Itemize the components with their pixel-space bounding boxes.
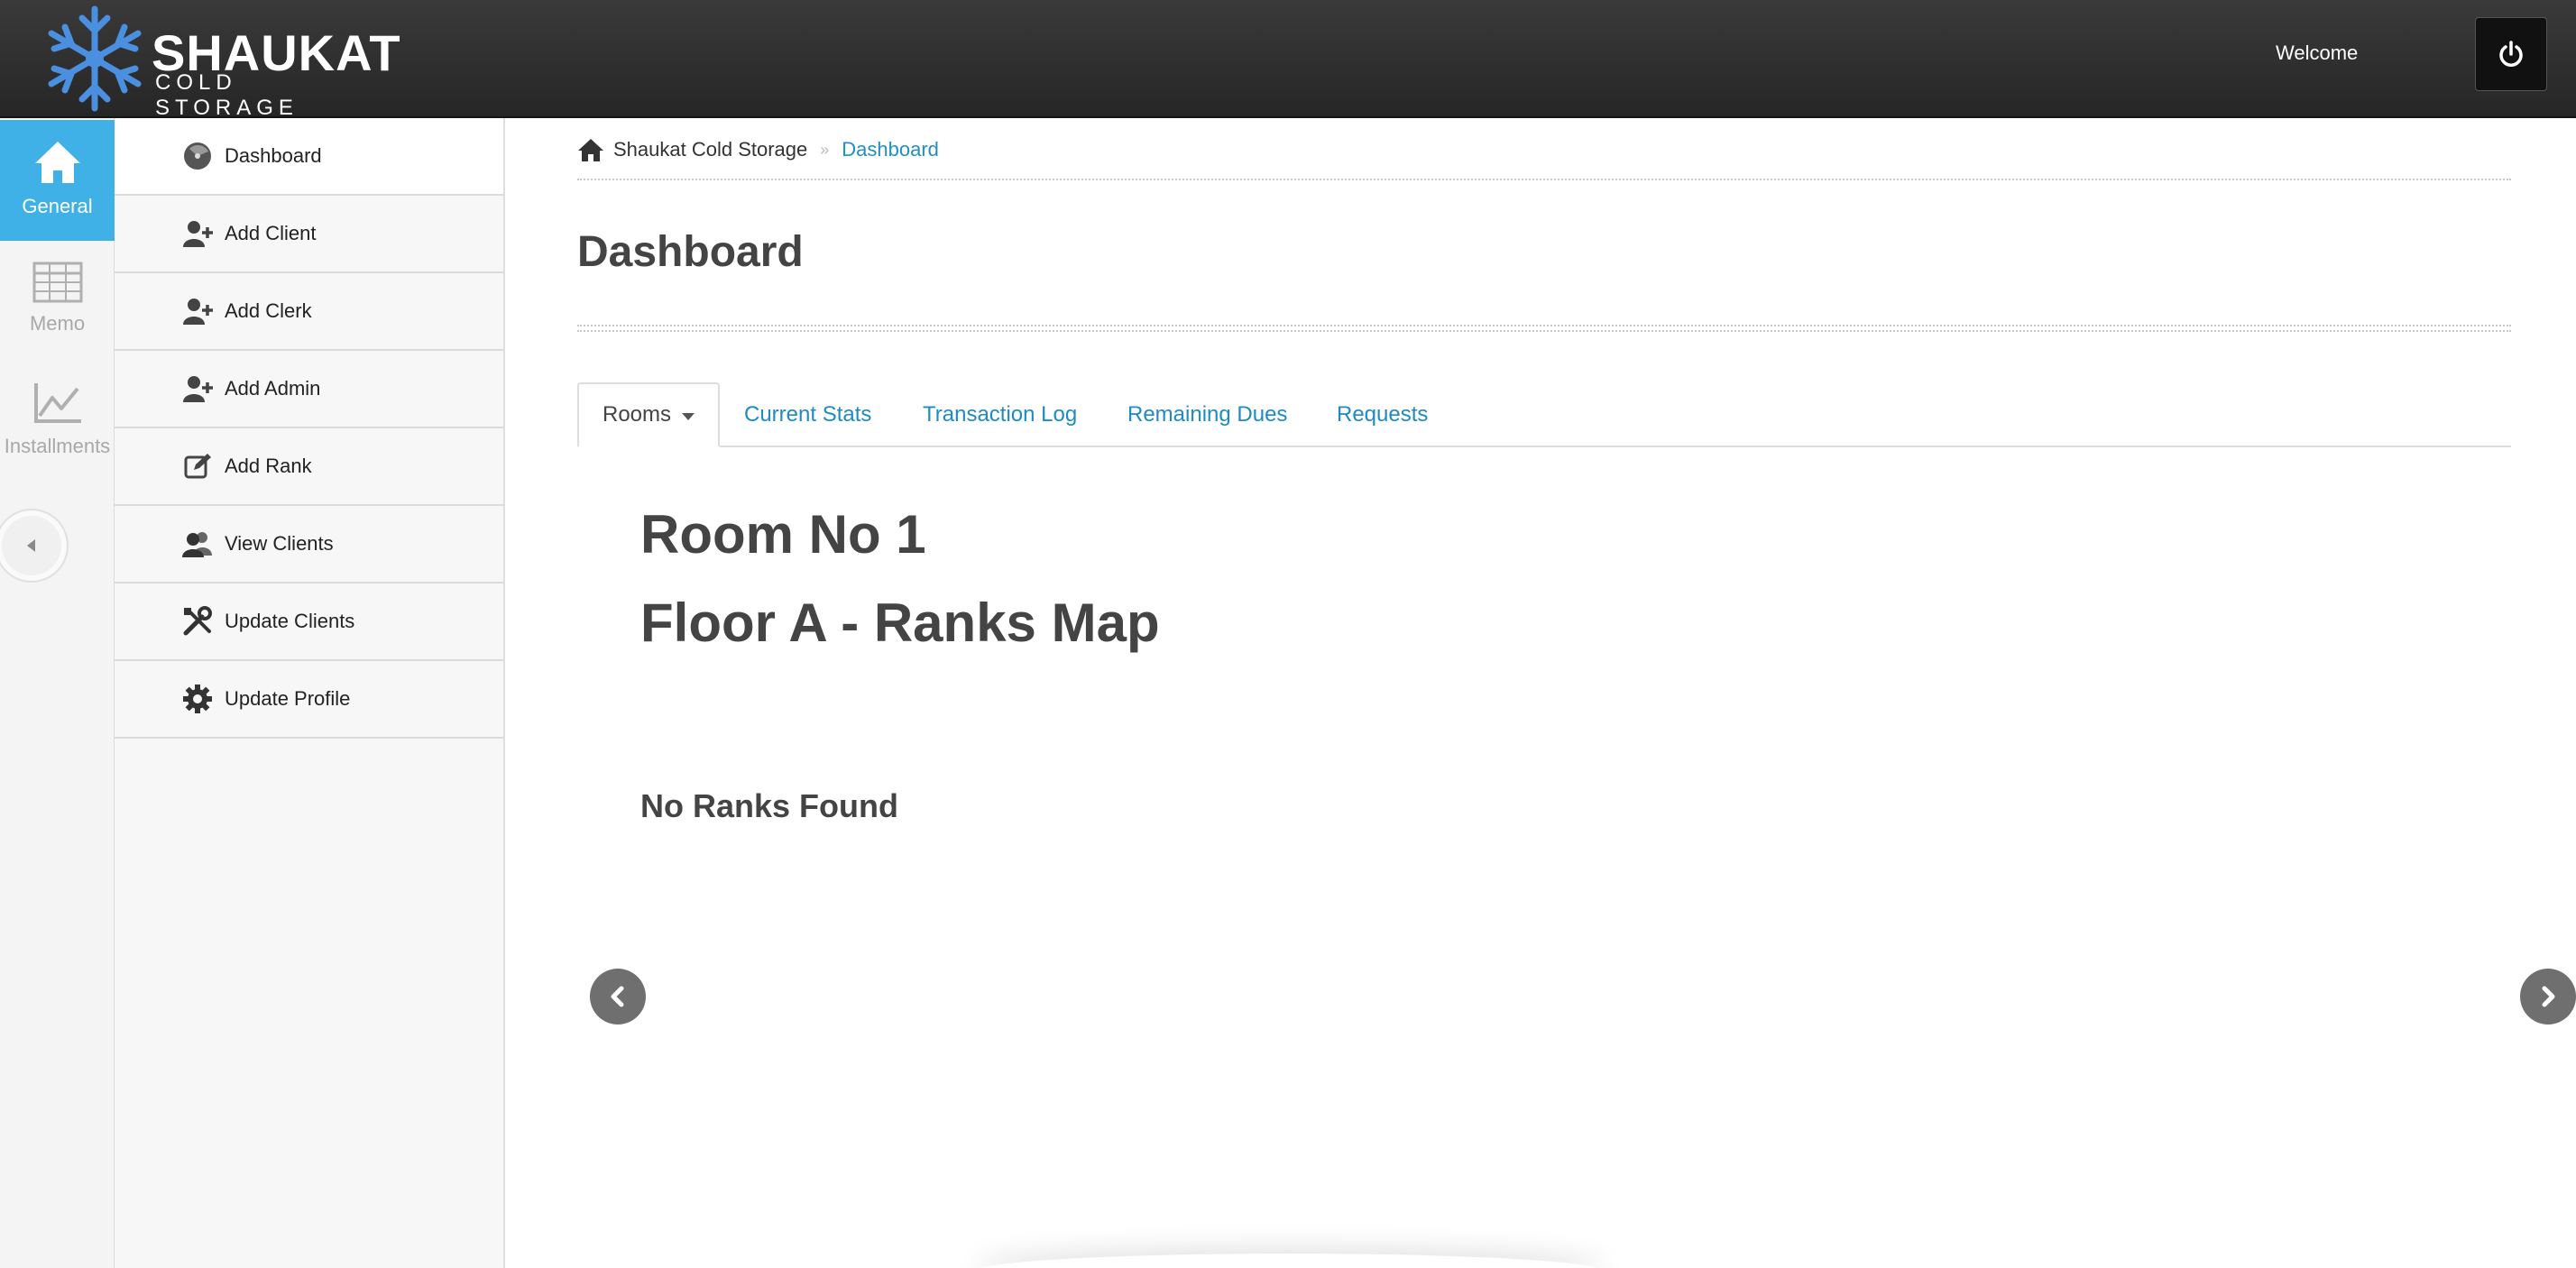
tools-icon — [181, 605, 214, 638]
top-bar: SHAUKAT COLD STORAGE Welcome — [0, 0, 2576, 120]
sidebar-item-add-rank[interactable]: Add Rank — [115, 428, 503, 506]
empty-state-message: No Ranks Found — [640, 787, 898, 824]
divider — [577, 325, 2511, 332]
divider — [577, 179, 2511, 180]
tab-current-stats[interactable]: Current Stats — [744, 382, 871, 447]
add-user-icon — [181, 217, 214, 250]
edit-icon — [181, 450, 214, 482]
chevron-right-icon — [2542, 986, 2555, 1007]
collapse-sidebar-button[interactable] — [0, 509, 69, 583]
rail-item-general[interactable]: General — [0, 120, 115, 241]
chevron-down-icon — [682, 413, 695, 420]
chevron-left-icon — [27, 539, 35, 552]
page-title: Dashboard — [577, 228, 804, 276]
rail-label-general: General — [22, 195, 93, 217]
tab-label: Transaction Log — [923, 402, 1078, 427]
tab-requests[interactable]: Requests — [1337, 382, 1428, 447]
table-icon — [32, 262, 82, 303]
sidebar-item-dashboard[interactable]: Dashboard — [115, 118, 503, 196]
chevron-left-icon — [611, 986, 624, 1007]
dashboard-icon — [181, 140, 214, 172]
tab-remaining-dues[interactable]: Remaining Dues — [1127, 382, 1287, 447]
brand-logo[interactable]: SHAUKAT COLD STORAGE — [41, 4, 400, 120]
sidebar-item-label: Dashboard — [225, 144, 322, 167]
carousel-prev-button[interactable] — [590, 969, 646, 1025]
tab-label: Requests — [1337, 402, 1429, 427]
tab-label: Current Stats — [744, 402, 872, 427]
sidebar-item-update-profile[interactable]: Update Profile — [115, 661, 503, 739]
sidebar-item-label: Add Admin — [225, 377, 321, 400]
home-icon[interactable] — [577, 137, 604, 162]
floor-title: Floor A - Ranks Map — [640, 593, 1160, 653]
sidebar-item-label: View Clients — [225, 532, 334, 555]
brand-subtitle: COLD STORAGE — [155, 70, 299, 120]
logout-button[interactable] — [2475, 17, 2547, 91]
icon-rail: General Memo Installments — [0, 118, 115, 1268]
sidebar-item-update-clients[interactable]: Update Clients — [115, 583, 503, 661]
tab-label: Rooms — [603, 402, 672, 427]
gear-icon — [181, 683, 214, 715]
snowflake-icon — [48, 5, 142, 112]
room-title: Room No 1 — [640, 504, 926, 565]
rail-item-installments[interactable]: Installments — [0, 380, 115, 497]
add-user-icon — [181, 295, 214, 327]
sidebar-item-add-admin[interactable]: Add Admin — [115, 351, 503, 428]
sidebar-menu: Dashboard Add Client Add Clerk Add Admin… — [115, 118, 505, 1268]
tab-transaction-log[interactable]: Transaction Log — [923, 382, 1077, 447]
breadcrumb-current-link[interactable]: Dashboard — [842, 138, 939, 161]
sidebar-item-view-clients[interactable]: View Clients — [115, 506, 503, 583]
users-icon — [181, 528, 214, 560]
breadcrumb-separator: » — [820, 140, 830, 159]
sidebar-item-label: Add Rank — [225, 455, 312, 477]
tab-label: Remaining Dues — [1127, 402, 1288, 427]
carousel-next-button[interactable] — [2520, 969, 2576, 1025]
rail-item-memo[interactable]: Memo — [0, 261, 115, 369]
rail-label-installments: Installments — [4, 435, 111, 457]
sidebar-item-label: Update Profile — [225, 687, 351, 710]
home-icon — [34, 142, 80, 183]
breadcrumb: Shaukat Cold Storage » Dashboard — [577, 133, 939, 166]
tab-rooms[interactable]: Rooms — [577, 382, 721, 447]
sidebar-item-add-clerk[interactable]: Add Clerk — [115, 273, 503, 351]
line-chart-icon — [33, 383, 81, 423]
add-user-icon — [181, 372, 214, 405]
power-icon — [2499, 41, 2523, 67]
sidebar-item-label: Add Client — [225, 222, 317, 244]
breadcrumb-root-link[interactable]: Shaukat Cold Storage — [613, 138, 807, 161]
tab-bar: Rooms Current Stats Transaction Log Rema… — [577, 382, 2511, 447]
panel-shadow — [974, 1254, 1605, 1268]
rail-label-memo: Memo — [29, 312, 86, 335]
sidebar-item-add-client[interactable]: Add Client — [115, 196, 503, 273]
sidebar-item-label: Update Clients — [225, 610, 355, 632]
welcome-text: Welcome — [2276, 41, 2359, 64]
sidebar-item-label: Add Clerk — [225, 299, 312, 322]
